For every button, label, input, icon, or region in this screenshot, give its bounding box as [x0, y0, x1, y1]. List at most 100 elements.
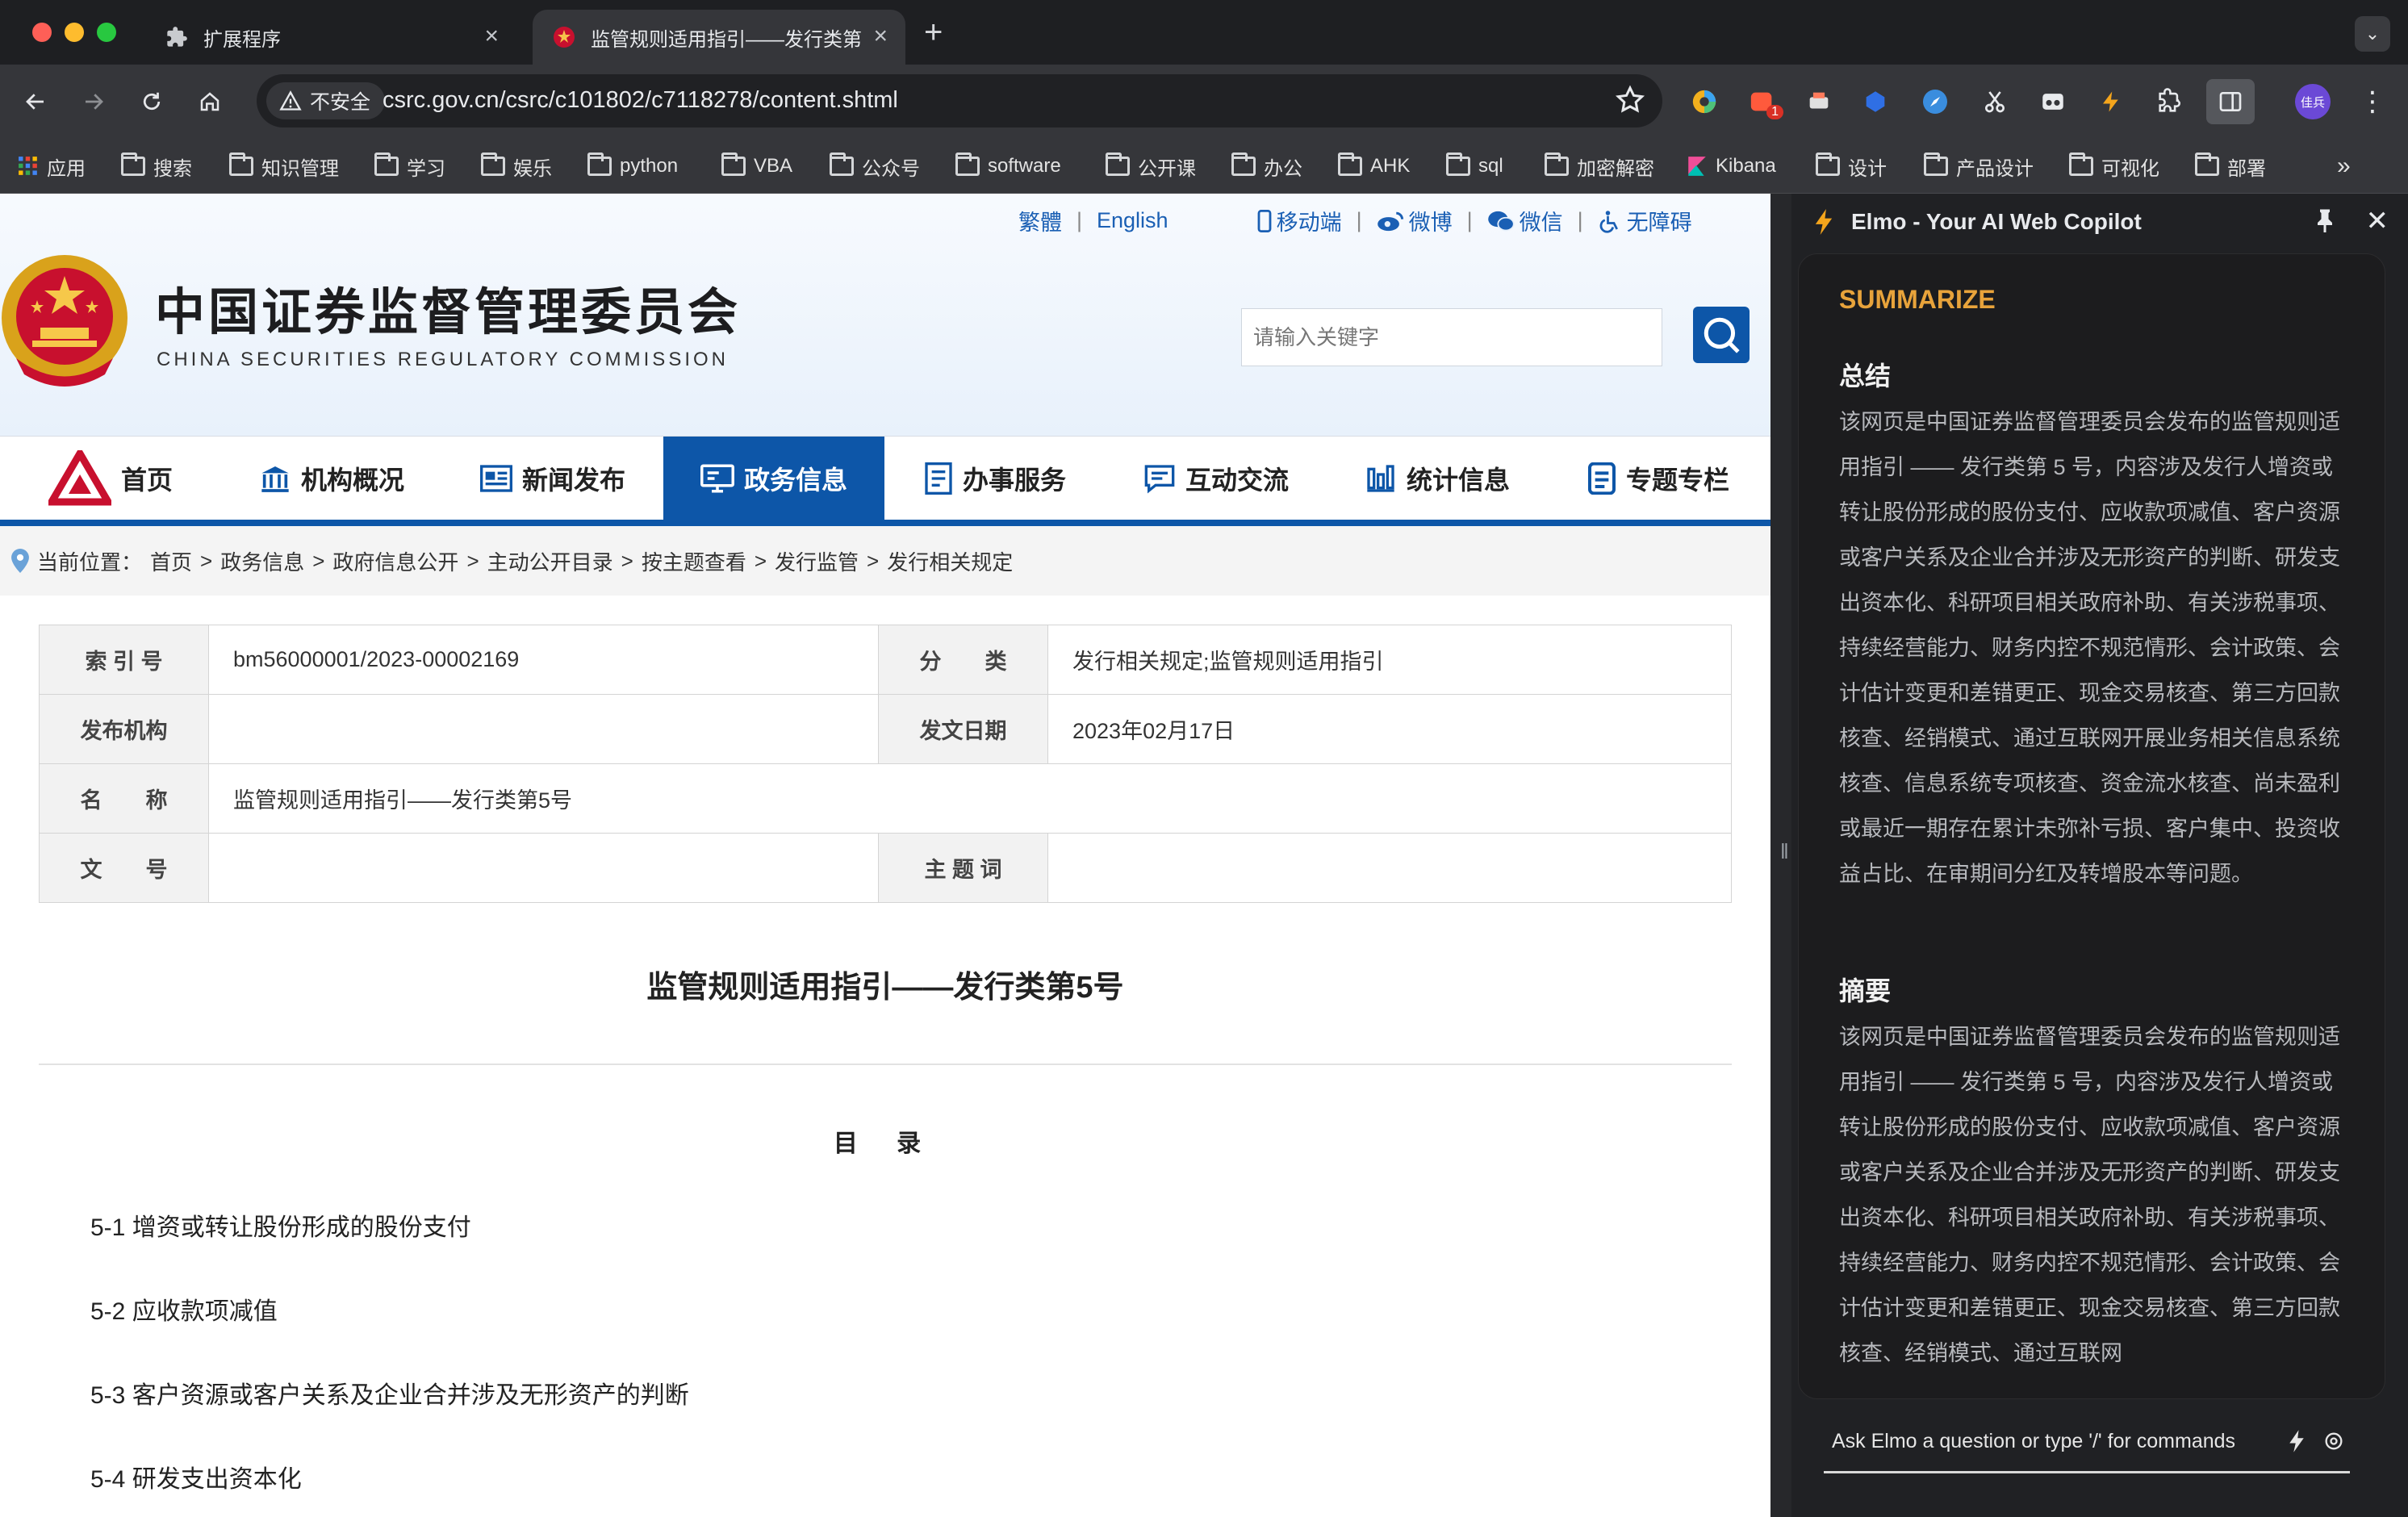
cube-extension-icon[interactable] — [1858, 84, 1893, 119]
bookmark-label: 学习 — [407, 157, 445, 180]
breadcrumb-link-government-info[interactable]: 政务信息 — [220, 546, 304, 576]
bookmark-folder[interactable]: 加密解密 — [1545, 150, 1654, 182]
breadcrumb-link-issuance-supervision[interactable]: 发行监管 — [775, 546, 859, 576]
traditional-chinese-link[interactable]: 繁體 — [1018, 205, 1062, 236]
nav-statistics[interactable]: 统计信息 — [1327, 437, 1548, 520]
breadcrumb-link-disclosure-catalog[interactable]: 主动公开目录 — [487, 546, 613, 576]
tab-close-icon[interactable]: × — [873, 24, 888, 48]
nav-label: 新闻发布 — [521, 466, 625, 495]
wechat-link[interactable]: 微信 — [1487, 205, 1563, 236]
scissors-extension-icon[interactable] — [1977, 84, 2013, 119]
bookmark-folder[interactable]: 娱乐 — [481, 150, 552, 182]
site-search-field[interactable] — [1241, 308, 1662, 366]
building-icon — [261, 466, 289, 492]
breadcrumb-link-home[interactable]: 首页 — [150, 546, 192, 576]
profile-avatar[interactable]: 佳兵 — [2295, 84, 2331, 119]
lightning-extension-icon[interactable] — [2093, 84, 2129, 119]
bookmark-folder[interactable]: AHK — [1338, 150, 1410, 182]
nav-label: 政务信息 — [743, 466, 847, 495]
side-panel-icon[interactable] — [2206, 79, 2255, 124]
forward-arrow-icon[interactable] — [76, 84, 111, 119]
security-indicator[interactable]: 不安全 — [266, 82, 386, 119]
mobile-phone-icon — [1257, 209, 1271, 232]
toc-item[interactable]: 5-4 研发支出资本化 — [90, 1459, 302, 1494]
weibo-link[interactable]: 微博 — [1377, 205, 1453, 236]
bookmark-folder[interactable]: 搜索 — [121, 150, 192, 182]
settings-gear-icon[interactable] — [2322, 1430, 2345, 1452]
search-input[interactable] — [1242, 309, 1662, 366]
location-pin-icon — [11, 549, 29, 573]
english-link[interactable]: English — [1097, 208, 1168, 233]
date-value: 2023年02月17日 — [1047, 694, 1732, 764]
bookmark-folder[interactable]: 产品设计 — [1924, 150, 2034, 182]
pin-icon[interactable] — [2314, 208, 2335, 236]
breadcrumb-link-by-topic[interactable]: 按主题查看 — [642, 546, 746, 576]
nav-special-topics[interactable]: 专题专栏 — [1548, 437, 1769, 520]
bookmark-folder[interactable]: 部署 — [2195, 150, 2266, 182]
bookmark-folder[interactable]: sql — [1446, 150, 1503, 182]
lightning-icon[interactable] — [2289, 1430, 2305, 1452]
bookmark-folder[interactable]: 学习 — [374, 150, 445, 182]
window-close-button[interactable] — [32, 23, 52, 42]
ask-elmo-input[interactable]: Ask Elmo a question or type '/' for comm… — [1824, 1412, 2350, 1473]
window-minimize-button[interactable] — [65, 23, 84, 42]
bookmark-label: 产品设计 — [1956, 157, 2034, 180]
bookmark-folder[interactable]: 公众号 — [830, 150, 920, 182]
home-icon[interactable] — [192, 84, 228, 119]
compass-extension-icon[interactable] — [1917, 84, 1953, 119]
nav-services[interactable]: 办事服务 — [884, 437, 1106, 520]
bookmark-folder[interactable]: 可视化 — [2069, 150, 2159, 182]
bookmark-folder[interactable]: software — [955, 150, 1061, 182]
tab-csrc-active[interactable]: 监管规则适用指引——发行类第 × — [533, 10, 905, 65]
search-button[interactable] — [1693, 307, 1750, 363]
nav-home[interactable]: 首页 — [0, 437, 221, 520]
divider — [39, 1064, 1732, 1065]
toc-item[interactable]: 5-2 应收款项减值 — [90, 1291, 278, 1327]
glasses-extension-icon[interactable] — [2035, 84, 2071, 119]
accessibility-link[interactable]: 无障碍 — [1598, 205, 1692, 236]
newspaper-icon — [479, 465, 512, 492]
nav-government-info[interactable]: 政务信息 — [663, 437, 884, 520]
bookmark-folder[interactable]: 公开课 — [1106, 150, 1196, 182]
bookmark-label: software — [988, 155, 1061, 177]
index-label: 索 引 号 — [39, 625, 209, 695]
security-label: 不安全 — [310, 91, 371, 114]
toc-item[interactable]: 5-3 客户资源或客户关系及企业合并涉及无形资产的判断 — [90, 1375, 689, 1410]
nav-news[interactable]: 新闻发布 — [442, 437, 663, 520]
breadcrumb-link-issuance-rules[interactable]: 发行相关规定 — [887, 546, 1013, 576]
window-zoom-button[interactable] — [97, 23, 116, 42]
bookmark-kibana[interactable]: Kibana — [1687, 150, 1776, 182]
nav-interaction[interactable]: 互动交流 — [1106, 437, 1327, 520]
url-text[interactable]: csrc.gov.cn/csrc/c101802/c7118278/conten… — [383, 87, 898, 114]
reload-icon[interactable] — [134, 84, 169, 119]
close-icon[interactable]: ✕ — [2366, 205, 2389, 237]
apps-grid-icon — [19, 157, 37, 175]
bookmark-folder[interactable]: 办公 — [1231, 150, 1302, 182]
bookmark-folder[interactable]: 知识管理 — [229, 150, 339, 182]
tab-close-icon[interactable]: × — [484, 24, 499, 48]
bookmark-folder[interactable]: python — [587, 150, 678, 182]
toc-item[interactable]: 5-1 增资或转让股份形成的股份支付 — [90, 1207, 471, 1243]
category-value: 发行相关规定;监管规则适用指引 — [1047, 625, 1732, 695]
new-tab-button[interactable]: + — [924, 15, 943, 51]
bookmark-folder[interactable]: VBA — [721, 150, 792, 182]
notification-extension-icon[interactable]: 1 — [1745, 84, 1783, 119]
bookmark-label: Kibana — [1716, 155, 1776, 177]
bookmark-star-icon[interactable] — [1614, 84, 1646, 120]
bookmark-apps[interactable]: 应用 — [18, 150, 86, 182]
color-wheel-extension-icon[interactable] — [1687, 84, 1722, 119]
back-arrow-icon[interactable] — [18, 84, 53, 119]
mobile-link[interactable]: 移动端 — [1257, 205, 1342, 236]
name-value: 监管规则适用指引——发行类第5号 — [208, 763, 1732, 834]
more-menu-icon[interactable]: ⋮ — [2355, 84, 2390, 119]
printer-extension-icon[interactable] — [1801, 84, 1837, 119]
address-bar[interactable]: 不安全 csrc.gov.cn/csrc/c101802/c7118278/co… — [257, 74, 1662, 127]
bookmarks-overflow-chevron-icon[interactable]: » — [2337, 150, 2351, 182]
tab-search-chevron-icon[interactable]: ⌄ — [2355, 16, 2390, 52]
nav-about[interactable]: 机构概况 — [221, 437, 442, 520]
extensions-puzzle-icon[interactable] — [2151, 84, 2187, 119]
tab-extensions[interactable]: 扩展程序 × — [145, 10, 516, 65]
bookmark-folder[interactable]: 设计 — [1816, 150, 1887, 182]
breadcrumb-link-info-disclosure[interactable]: 政府信息公开 — [332, 546, 458, 576]
table-row: 索 引 号 bm56000001/2023-00002169 分 类 发行相关规… — [39, 625, 1732, 695]
